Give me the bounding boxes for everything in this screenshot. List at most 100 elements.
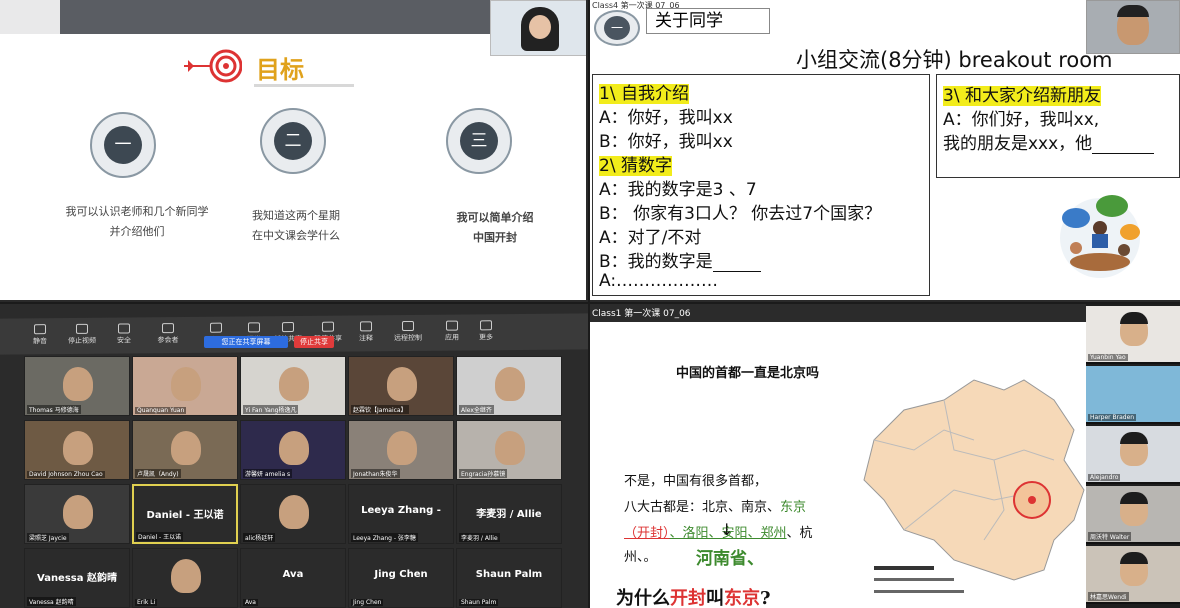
fill-in-blank [712,258,761,272]
participant-name: Vanessa 赵韵晴 [27,597,76,606]
zoom-toolbar: 静音 停止视频 安全 参会者 聊天 问卷 新的共享 暂停共享 注释 远程控制 应… [0,313,588,355]
medal-numeral: 二 [274,122,312,160]
participant-name: 周沃特 Walter [1088,532,1132,541]
participant-tile[interactable]: Thomas 马修德海 [24,356,130,416]
participant-tile[interactable]: Alejandro [1086,426,1180,484]
participant-tile[interactable]: Quanquan Yuan [132,356,238,416]
caption-line: 中国开封 [473,231,517,244]
participant-name: 游馨妍 amelia s [243,469,293,478]
participant-tile[interactable]: Leeya Zhang - Leeya Zhang - 张李糖 [348,484,454,544]
toolbar-label: 远程控制 [394,333,422,343]
participant-tile[interactable]: Vanessa 赵韵晴 Vanessa 赵韵晴 [24,548,130,608]
participants-icon [162,323,174,334]
participant-name: Ava [243,599,258,606]
toolbar-label: 应用 [445,333,459,342]
participant-display-name: Vanessa 赵韵晴 [37,573,117,584]
participant-tile[interactable]: 李麦羽 / Allie 李麦羽 / Allie [456,484,562,544]
activity-box-1: 1\ 自我介绍 A：你好，我叫xx B：你好，我叫xx 2\ 猜数字 A：我的数… [592,74,930,296]
participant-name: Yuanbin Yao [1088,354,1128,361]
slide-heading: 小组交流(8分钟) breakout room [796,48,1113,72]
participant-tile[interactable]: 赵霖钦【Jamaica】 [348,356,454,416]
goal-caption-3: 我可以简单介绍 中国开封 [436,208,554,248]
toolbar-more[interactable]: 更多 [466,320,506,342]
toolbar-security[interactable]: 安全 [104,323,144,345]
goal-caption-1: 我可以认识老师和几个新同学 并介绍他们 [52,202,222,242]
participant-tile[interactable]: Daniel - 王以诺 Daniel - 王以诺 [132,484,238,544]
participant-tile[interactable]: 卢晟凯（Andy) [132,420,238,480]
dialogue-line: A：对了/不对 [599,228,702,248]
participant-name: Jing Chen [351,599,384,606]
participant-hair [1120,492,1148,504]
teacher-hair [1117,5,1149,17]
slide-text: 、杭 [786,526,813,541]
toolbar-participants[interactable]: 参会者 [148,323,188,345]
pause-icon [322,321,334,332]
medal-icon: 一 [594,10,640,46]
dialogue-line: A：你们好，我叫xx, [943,110,1100,130]
stop-share-button[interactable]: 停止共享 [294,336,334,348]
participant-tile[interactable]: 游馨妍 amelia s [240,420,346,480]
window-titlebar: Class1 第一次课 07_06 [590,304,1090,322]
section-heading: 2\ 猜数字 [599,156,672,176]
highlight-text: 开封 [670,588,706,608]
participant-tile[interactable]: 梁照芝 Jaycie [24,484,130,544]
slide-question: 中国的首都一直是北京吗 [676,366,820,381]
slide-title: 目标 [256,55,304,84]
participant-name: Harper Braden [1088,414,1137,421]
participant-video [279,495,309,529]
participant-tile[interactable]: Yi Fan Yang杨逸凡 [240,356,346,416]
medal-numeral: 一 [604,16,630,40]
participant-name: Yi Fan Yang杨逸凡 [243,405,299,414]
participant-tile[interactable]: Ava Ava [240,548,346,608]
toolbar-mute[interactable]: 静音 [20,324,60,346]
slide-text: 叫 [706,588,724,608]
participant-name: Alex全继齐 [459,405,494,414]
goal-title-group: 目标 [184,44,354,92]
annotate-icon [360,321,372,332]
participant-tile[interactable]: Jing Chen Jing Chen [348,548,454,608]
participant-name: Alejandro [1088,474,1121,481]
group-chat-illustration [1060,195,1140,278]
participant-tile[interactable]: Yuanbin Yao [1086,306,1180,364]
participant-tile[interactable]: 周沃特 Walter [1086,486,1180,544]
participant-sidebar: Yuanbin Yao Harper Braden Alejandro 周沃特 … [1086,304,1180,608]
participant-tile[interactable]: alic杨廷轩 [240,484,346,544]
participant-tile[interactable]: David Johnson Zhou Cao [24,420,130,480]
participant-tile[interactable]: Jonathan朱俊华 [348,420,454,480]
toolbar-remote-control[interactable]: 远程控制 [388,320,428,343]
participant-tile[interactable]: Harper Braden [1086,366,1180,424]
dialogue-line: B：你好，我叫xx [599,132,733,152]
participant-name: Jonathan朱俊华 [351,469,400,478]
remote-icon [402,320,414,332]
poll-icon [248,322,260,333]
medal-numeral: 一 [104,126,142,164]
participant-hair [1120,552,1148,564]
participant-tile[interactable]: Shaun Palm Shaun Palm [456,548,562,608]
toolbar-label: 注释 [359,334,373,343]
toolbar-annotate[interactable]: 注释 [346,321,386,343]
participant-tile[interactable]: Alex全继齐 [456,356,562,416]
participant-name: Leeya Zhang - 张李糖 [351,533,418,542]
shared-slide-breakout: Class4 第一次课 07_06 一 关于同学 小组交流(8分钟) break… [590,0,1180,302]
participant-tile[interactable]: 林嘉思Wendi [1086,546,1180,604]
down-arrow-icon: ↓ [720,520,734,539]
medal-three: 三 [446,108,512,174]
participant-display-name: Shaun Palm [475,569,543,580]
toolbar-stop-video[interactable]: 停止视频 [62,323,102,346]
participant-display-name: Daniel - 王以诺 [146,510,224,521]
apps-icon [446,320,458,331]
participant-tile[interactable]: Erik Li [132,548,238,608]
caption-line: 并介绍他们 [109,225,165,238]
share-icon [282,322,294,333]
shared-slide-goals: 目标 一 二 三 我可以认识老师和几个新同学 并介绍他们 我知道这两个星期 在中… [0,0,588,302]
participant-video [279,367,309,401]
participant-name: 林嘉思Wendi [1088,592,1129,601]
participant-video [387,431,417,465]
teacher-video-thumbnail[interactable] [490,0,586,56]
teacher-face [529,15,551,39]
sharing-status: 您正在共享屏幕 [204,336,288,348]
caption-line: 我知道这两个星期 [252,209,340,222]
slide-header: Class4 第一次课 07_06 一 关于同学 [590,0,1090,46]
slide-section-title: 关于同学 [646,8,770,34]
participant-tile[interactable]: Engracia孙慕镜 [456,420,562,480]
